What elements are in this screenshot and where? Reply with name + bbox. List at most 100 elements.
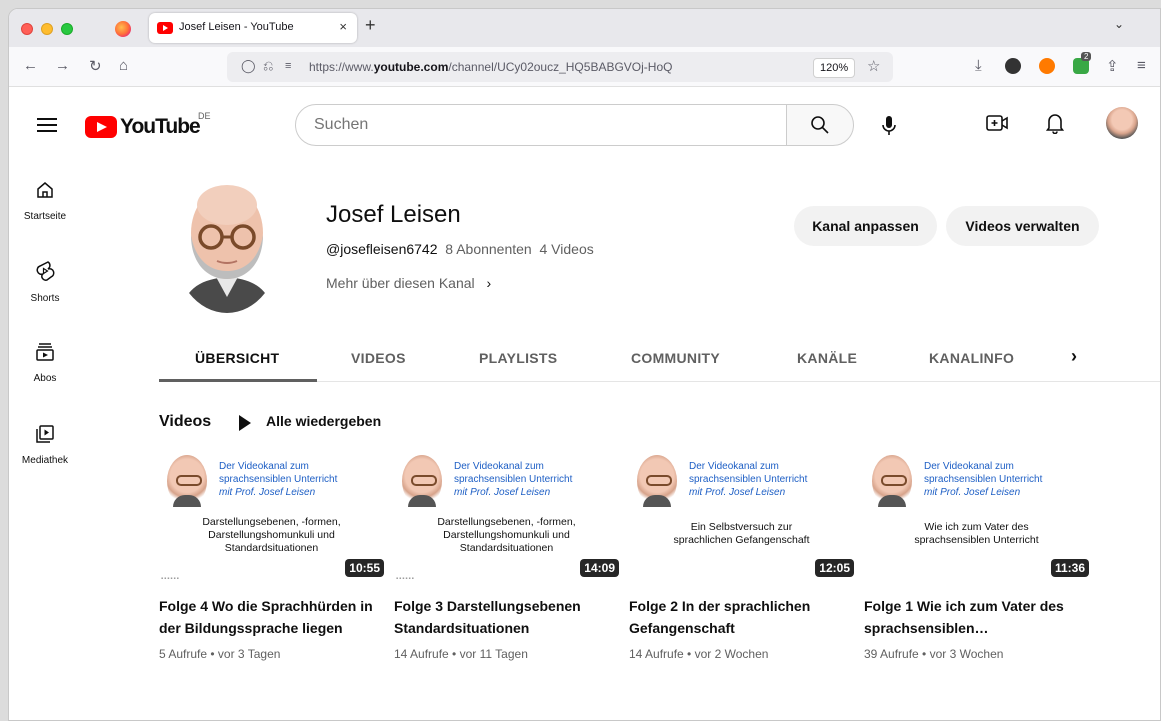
video-duration: 11:36: [1050, 559, 1089, 577]
downloads-icon[interactable]: ⤓: [975, 57, 982, 74]
more-about-channel-link[interactable]: Mehr über diesen Kanal ›: [326, 275, 491, 291]
forward-arrow-icon[interactable]: →: [55, 57, 70, 74]
videos-section-title: Videos: [159, 413, 212, 430]
sidebar-item-shorts[interactable]: Shorts: [9, 260, 81, 304]
url-text[interactable]: https://www.youtube.com/channel/UCy02ouc…: [309, 60, 672, 74]
shield-icon[interactable]: ◯: [241, 58, 256, 74]
notifications-bell-icon[interactable]: [1046, 112, 1064, 134]
tab-bar: Josef Leisen - YouTube × + ⌄: [9, 9, 1160, 47]
extension-orange-icon[interactable]: [1039, 58, 1055, 74]
reload-icon[interactable]: ↻: [89, 57, 102, 75]
close-window-button[interactable]: [21, 23, 33, 35]
thumbnail-subtitle: Ein Selbstversuch zur sprachlichen Gefang…: [673, 521, 810, 546]
customize-channel-button[interactable]: Kanal anpassen: [794, 206, 937, 246]
minimize-window-button[interactable]: [41, 23, 53, 35]
sidebar-item-home[interactable]: Startseite: [9, 180, 81, 222]
active-tab-indicator: [159, 379, 317, 382]
account-avatar[interactable]: [1106, 107, 1138, 139]
video-meta: 39 Aufrufe • vor 3 Wochen: [864, 647, 1004, 661]
youtube-favicon-icon: [157, 22, 173, 34]
channel-meta: @josefleisen6742 8 Abonnenten 4 Videos: [326, 241, 594, 257]
tab-playlists[interactable]: PLAYLISTS: [479, 350, 557, 366]
presenter-face-image: [167, 455, 207, 507]
url-bar[interactable]: ◯ ⎌ ≡ https://www.youtube.com/channel/UC…: [227, 52, 893, 82]
nav-bar: ← → ↻ ⌂ ◯ ⎌ ≡ https://www.youtube.com/ch…: [9, 47, 1160, 87]
video-thumbnail[interactable]: Der Videokanal zum sprachsensiblen Unterr…: [864, 455, 1089, 585]
video-meta: 5 Aufrufe • vor 3 Tagen: [159, 647, 281, 661]
firefox-view-icon[interactable]: [115, 21, 131, 37]
youtube-logo-icon: [85, 116, 117, 138]
create-video-icon[interactable]: [986, 114, 1008, 132]
chevron-right-icon: ›: [486, 275, 492, 291]
thumbnail-brand-text: Der Videokanal zum sprachsensiblen Unterr…: [924, 461, 1043, 498]
share-icon[interactable]: ⇪: [1106, 57, 1119, 75]
thumbnail-subtitle: Wie ich zum Vater des sprachsensiblen Unt…: [914, 521, 1039, 546]
tab-title: Josef Leisen - YouTube: [179, 21, 294, 33]
thumbnail-watermark: ▪▪▪▪▪▪: [396, 576, 415, 582]
app-menu-icon[interactable]: ≡: [1137, 57, 1146, 74]
channel-avatar-photo: [173, 175, 281, 313]
new-tab-button[interactable]: +: [365, 15, 376, 36]
tab-about[interactable]: KANALINFO: [929, 350, 1014, 366]
voice-search-button[interactable]: [869, 106, 909, 146]
extension-shield-icon[interactable]: 2: [1073, 52, 1092, 74]
channel-handle: @josefleisen6742: [326, 241, 438, 257]
extension-badge: 2: [1081, 52, 1092, 61]
video-title[interactable]: Folge 4 Wo die Sprachhürden in der Bildu…: [159, 595, 384, 639]
thumbnail-brand-text: Der Videokanal zum sprachsensiblen Unterr…: [219, 461, 338, 498]
tabs-next-chevron-icon[interactable]: ›: [1071, 346, 1077, 367]
channel-video-count: 4 Videos: [539, 241, 594, 257]
library-icon: [36, 425, 54, 443]
thumbnail-brand-text: Der Videokanal zum sprachsensiblen Unterr…: [689, 461, 808, 498]
video-meta: 14 Aufrufe • vor 2 Wochen: [629, 647, 769, 661]
extension-dark-icon[interactable]: [1005, 58, 1021, 74]
shorts-icon: [36, 261, 55, 281]
home-button-icon[interactable]: ⌂: [119, 57, 128, 74]
tab-list-chevron-icon[interactable]: ⌄: [1114, 17, 1124, 31]
home-icon: [37, 182, 53, 198]
microphone-icon: [882, 116, 896, 135]
zoom-level-badge[interactable]: 120%: [813, 58, 856, 78]
back-arrow-icon[interactable]: ←: [23, 57, 38, 74]
sidebar-item-subscriptions[interactable]: Abos: [9, 342, 81, 384]
thumbnail-brand-text: Der Videokanal zum sprachsensiblen Unterr…: [454, 461, 573, 498]
search-input[interactable]: [314, 116, 754, 134]
play-all-button[interactable]: Alle wiedergeben: [266, 413, 381, 429]
video-card[interactable]: Der Videokanal zum sprachsensiblen Unterr…: [864, 455, 1089, 661]
bookmark-star-icon[interactable]: ☆: [867, 57, 880, 75]
permissions-icon[interactable]: ≡: [285, 60, 291, 72]
thumbnail-subtitle: Darstellungsebenen, -formen, Darstellungs…: [437, 516, 576, 554]
video-thumbnail[interactable]: Der Videokanal zum sprachsensiblen Unterr…: [629, 455, 854, 585]
video-thumbnail[interactable]: Der Videokanal zum sprachsensiblen Unterr…: [159, 455, 384, 585]
thumbnail-watermark: ▪▪▪▪▪▪: [161, 576, 180, 582]
zoom-window-button[interactable]: [61, 23, 73, 35]
video-card[interactable]: Der Videokanal zum sprachsensiblen Unterr…: [394, 455, 619, 661]
video-title[interactable]: Folge 2 In der sprachlichen Gefangenscha…: [629, 595, 854, 639]
play-icon: [239, 415, 251, 431]
manage-videos-button[interactable]: Videos verwalten: [946, 206, 1099, 246]
tab-overview[interactable]: ÜBERSICHT: [195, 350, 279, 366]
channel-avatar: [173, 175, 281, 313]
tab-close-icon[interactable]: ×: [339, 19, 347, 34]
search-button[interactable]: [786, 104, 854, 146]
video-thumbnail[interactable]: Der Videokanal zum sprachsensiblen Unterr…: [394, 455, 619, 585]
lock-icon[interactable]: ⎌: [263, 58, 273, 74]
presenter-face-image: [402, 455, 442, 507]
video-title[interactable]: Folge 1 Wie ich zum Vater des sprachsens…: [864, 595, 1089, 639]
search-icon: [811, 116, 829, 134]
video-card[interactable]: Der Videokanal zum sprachsensiblen Unterr…: [159, 455, 384, 661]
sidebar-item-library[interactable]: Mediathek: [9, 424, 81, 466]
search-box: [295, 104, 787, 146]
guide-menu-icon[interactable]: [37, 118, 57, 132]
tab-videos[interactable]: VIDEOS: [351, 350, 406, 366]
youtube-page: YouTube DE Startseite Shorts Abos: [9, 88, 1160, 720]
presenter-face-image: [637, 455, 677, 507]
video-duration: 10:55: [345, 559, 384, 577]
video-title[interactable]: Folge 3 Darstellungsebenen Standardsitua…: [394, 595, 619, 639]
tab-community[interactable]: COMMUNITY: [631, 350, 720, 366]
tab-channels[interactable]: KANÄLE: [797, 350, 857, 366]
video-card[interactable]: Der Videokanal zum sprachsensiblen Unterr…: [629, 455, 854, 661]
presenter-face-image: [872, 455, 912, 507]
browser-tab-active[interactable]: Josef Leisen - YouTube ×: [149, 13, 357, 43]
video-duration: 14:09: [580, 559, 619, 577]
